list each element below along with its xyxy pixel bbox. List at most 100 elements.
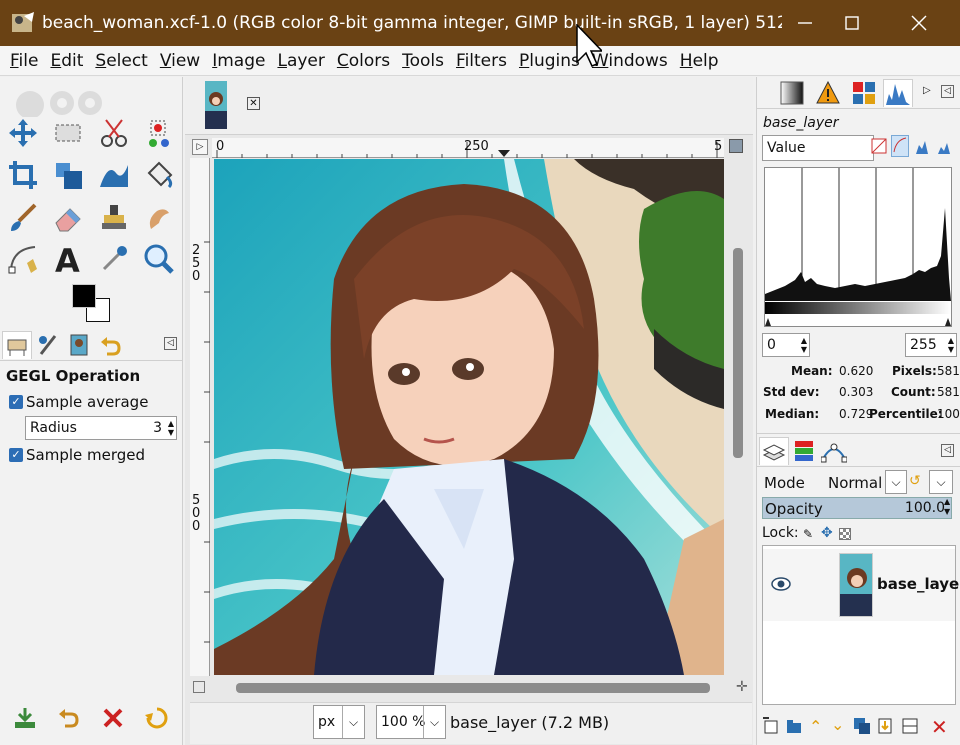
delete-tool-preset-icon[interactable]	[98, 703, 128, 733]
histogram-graph[interactable]	[764, 167, 952, 327]
configure-tab-icon[interactable]: ◁	[164, 337, 177, 350]
lower-layer-icon[interactable]: ⌄	[831, 715, 844, 734]
horizontal-ruler[interactable]: 0 250 5	[212, 138, 724, 158]
gradients-tab-icon[interactable]	[777, 79, 807, 107]
menu-edit[interactable]: Edit	[50, 51, 83, 71]
zoom-image-toggle-icon[interactable]	[729, 139, 743, 153]
menu-colors[interactable]: Colors	[337, 51, 390, 71]
minimize-button[interactable]	[782, 0, 828, 46]
layer-name[interactable]: base_layer	[877, 575, 960, 593]
zoom-select[interactable]: 100 % ⌵	[376, 705, 446, 739]
canvas-image[interactable]	[214, 159, 724, 675]
navigate-image-icon[interactable]	[193, 681, 205, 693]
menu-tools[interactable]: Tools	[402, 51, 444, 71]
menu-filters[interactable]: Filters	[456, 51, 507, 71]
close-button[interactable]	[896, 0, 942, 46]
histogram-tab-icon[interactable]	[883, 79, 913, 107]
vertical-ruler[interactable]: 2 5 0 5 0 0	[190, 158, 210, 676]
undo-history-tab-icon[interactable]	[95, 331, 125, 359]
paintbrush-tool-icon[interactable]	[5, 199, 41, 235]
layer-thumbnail[interactable]	[839, 553, 873, 617]
visibility-eye-icon[interactable]	[771, 577, 791, 591]
menu-view[interactable]: View	[160, 51, 200, 71]
image-tab-thumbnail[interactable]	[205, 81, 227, 129]
menu-layer[interactable]: Layer	[277, 51, 324, 71]
warning-tab-icon[interactable]	[813, 79, 843, 107]
eraser-tool-icon[interactable]	[50, 199, 86, 235]
new-layer-group-icon[interactable]	[785, 717, 803, 735]
paths-tool-icon[interactable]	[5, 241, 41, 277]
configure-dock-icon[interactable]: ◁	[941, 85, 954, 98]
histogram-type-icon-1[interactable]	[915, 139, 929, 155]
menu-help[interactable]: Help	[680, 51, 719, 71]
range-max-field[interactable]: 255 ▲ ▼	[905, 333, 957, 357]
save-tool-preset-icon[interactable]	[10, 703, 40, 733]
reset-mode-icon[interactable]: ↺	[909, 473, 925, 491]
horizontal-scrollbar[interactable]	[236, 683, 710, 693]
color-picker-tool-icon[interactable]	[96, 241, 132, 277]
radius-spin-icon[interactable]: ▲ ▼	[168, 419, 174, 437]
delete-layer-icon[interactable]: ✕	[931, 715, 948, 739]
images-tab-icon[interactable]	[64, 331, 94, 359]
zoom-dropdown-icon[interactable]: ⌵	[423, 706, 445, 738]
layer-row[interactable]: base_layer	[763, 549, 960, 621]
vertical-scrollbar[interactable]	[733, 248, 743, 458]
unit-select[interactable]: px ⌵	[313, 705, 365, 739]
fg-bg-colors[interactable]	[72, 284, 112, 324]
channels-tab-icon[interactable]	[789, 437, 819, 465]
opacity-slider[interactable]: Opacity 100.0	[762, 497, 952, 519]
radius-field[interactable]: Radius 3 ▲ ▼	[25, 416, 177, 440]
move-tool-icon[interactable]	[5, 115, 41, 151]
reset-tool-options-icon[interactable]	[142, 703, 172, 733]
range-min-spin-icon[interactable]: ▲ ▼	[801, 336, 807, 354]
menu-select[interactable]: Select	[95, 51, 147, 71]
mask-layer-icon[interactable]	[901, 717, 919, 735]
zoom-tool-icon[interactable]	[141, 241, 177, 277]
merge-layer-icon[interactable]	[877, 717, 895, 735]
opacity-spin-icon[interactable]: ▲ ▼	[944, 497, 954, 519]
paths-tab-icon[interactable]	[819, 437, 849, 465]
linear-histogram-icon[interactable]	[871, 137, 889, 157]
layers-tab-icon[interactable]	[759, 437, 789, 465]
raise-layer-icon[interactable]: ⌃	[809, 717, 822, 736]
menu-windows[interactable]: Windows	[592, 51, 668, 71]
lock-pixels-icon[interactable]: ✎	[803, 527, 813, 541]
histogram-type-icon-2[interactable]	[937, 139, 951, 155]
layers-list[interactable]: base_layer	[762, 545, 960, 705]
text-tool-icon[interactable]: A	[50, 241, 86, 277]
unified-transform-tool-icon[interactable]	[50, 157, 86, 193]
range-min-field[interactable]: 0 ▲ ▼	[762, 333, 810, 357]
sample-average-checkbox[interactable]: ✓	[9, 395, 23, 409]
rect-select-tool-icon[interactable]	[50, 115, 86, 151]
new-layer-icon[interactable]	[763, 717, 779, 735]
mode-dropdown-icon[interactable]: ⌵	[885, 470, 907, 494]
menu-image[interactable]: Image	[212, 51, 265, 71]
range-max-spin-icon[interactable]: ▲ ▼	[948, 336, 954, 354]
scissors-tool-icon[interactable]	[96, 115, 132, 151]
lock-position-icon[interactable]: ✥	[821, 525, 833, 541]
menu-file[interactable]: File	[10, 51, 38, 71]
crop-tool-icon[interactable]	[5, 157, 41, 193]
maximize-button[interactable]	[829, 0, 875, 46]
log-histogram-icon[interactable]	[891, 135, 909, 157]
duplicate-layer-icon[interactable]	[853, 717, 871, 735]
menu-plugins[interactable]: Plugins	[519, 51, 580, 71]
quick-mask-menu-icon[interactable]: ▷	[192, 139, 208, 155]
device-status-tab-icon[interactable]	[33, 331, 63, 359]
smudge-tool-icon[interactable]	[141, 199, 177, 235]
configure-layers-dock-icon[interactable]: ◁	[941, 444, 954, 457]
navigate-crosshair-icon[interactable]: ✛	[736, 680, 750, 694]
mode-value[interactable]: Normal	[828, 474, 882, 492]
restore-tool-preset-icon[interactable]	[54, 703, 84, 733]
lock-alpha-icon[interactable]	[839, 528, 851, 540]
bucket-fill-tool-icon[interactable]	[141, 157, 177, 193]
tool-options-tab-icon[interactable]	[2, 331, 32, 359]
warp-transform-tool-icon[interactable]	[96, 157, 132, 193]
fuzzy-select-tool-icon[interactable]	[141, 115, 177, 151]
clone-tool-icon[interactable]	[96, 199, 132, 235]
sample-merged-checkbox[interactable]: ✓	[9, 448, 23, 462]
mode-options-icon[interactable]: ⌵	[929, 470, 953, 494]
channel-select[interactable]: Value	[762, 135, 874, 161]
palettes-tab-icon[interactable]	[849, 79, 879, 107]
history-back-icon[interactable]: ▷	[923, 85, 931, 96]
